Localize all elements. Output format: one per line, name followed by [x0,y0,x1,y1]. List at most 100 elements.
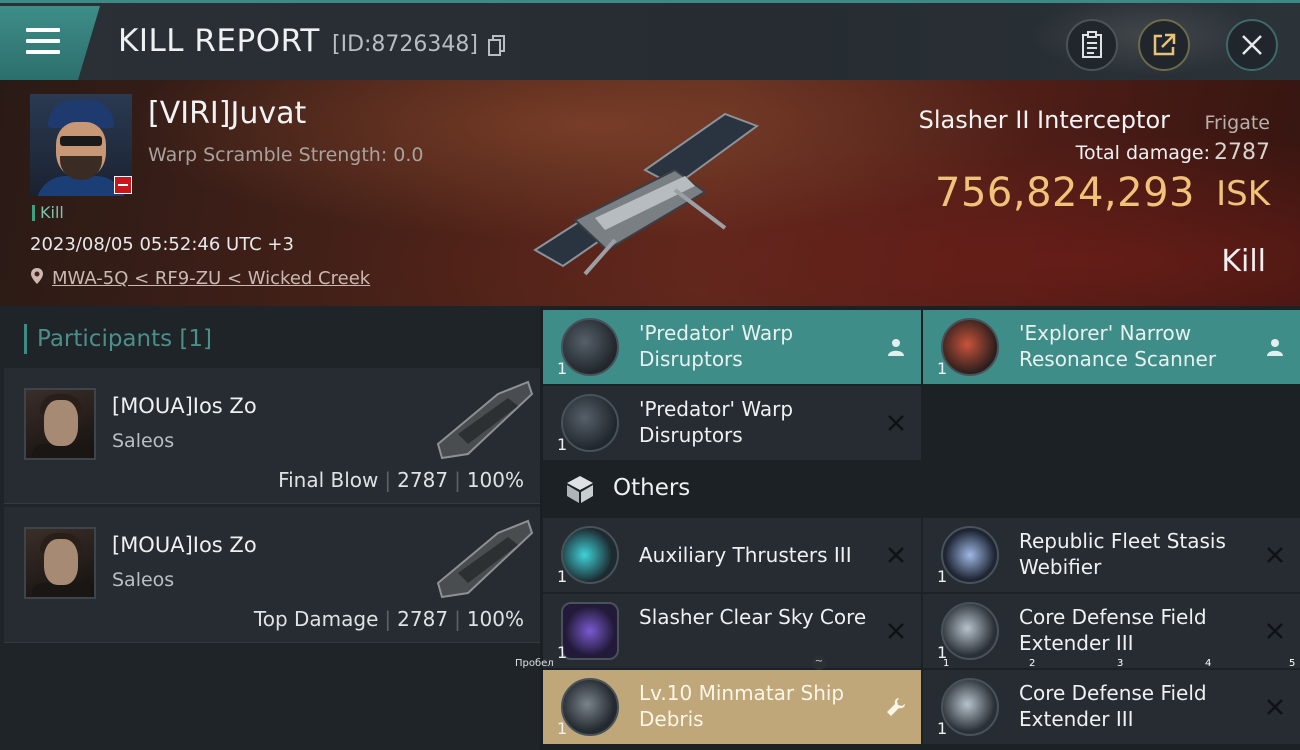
title-bar: KILL REPORT [ID:8726348] [0,0,1300,83]
item-quantity: 1 [557,435,568,454]
participant-stats: Final Blow | 2787 | 100% [272,468,530,492]
destroyed-icon [888,547,904,563]
victim-banner: [VIRI]Juvat Warp Scramble Strength: 0.0 … [0,80,1300,306]
hostile-badge-icon [114,176,132,194]
clipboard-button[interactable] [1066,19,1118,71]
victim-name[interactable]: [VIRI]Juvat [148,96,306,131]
close-button[interactable] [1226,19,1278,71]
clipboard-icon [1082,31,1102,58]
item-row[interactable]: 1 Core Defense Field Extender III [923,670,1300,744]
isk-unit: ISK [1216,174,1270,214]
shield-extender-icon [941,602,999,660]
warp-scramble-strength: Warp Scramble Strength: 0.0 [148,144,424,166]
kill-result: Kill [1221,244,1266,279]
item-name: 'Predator' Warp Disruptors [639,321,794,371]
pilot-icon[interactable] [885,336,907,358]
participants-count: [1] [179,326,213,352]
location-pin-icon [31,268,43,284]
participant-damage: 2787 [397,468,449,492]
warp-disruptor-icon [561,318,619,376]
destroyed-icon [1267,623,1283,639]
item-quantity: 1 [557,567,568,586]
others-section-header: Others [543,462,1300,514]
item-row[interactable]: 1 Slasher Clear Sky Core [543,594,921,668]
item-quantity: 1 [937,567,948,586]
overlay-mark: 3 [1117,658,1124,669]
victim-ship-class: Frigate [1204,112,1270,134]
destroyed-icon [1267,699,1283,715]
participant-stats: Top Damage | 2787 | 100% [248,607,530,631]
total-damage-value: 2787 [1214,140,1270,165]
copy-icon[interactable] [488,35,506,57]
keyboard-hint: Пробел [515,658,554,669]
participants-label: Participants [37,326,173,352]
item-row[interactable]: 1 'Predator' Warp Disruptors [543,310,921,384]
destroyed-icon [1267,547,1283,563]
item-quantity: 1 [937,359,948,378]
keyboard-hint-tilde: ~ [812,656,826,670]
participant-role: Top Damage [253,607,379,631]
item-name: Core Defense Field Extender III [1019,681,1207,731]
participant-ship-image [436,380,534,460]
core-icon [561,602,619,660]
ship-debris-icon [561,678,619,736]
item-row[interactable]: 1 Lv.10 Minmatar Ship Debris [543,670,921,744]
pilot-icon[interactable] [1264,336,1286,358]
participant-percent: 100% [466,468,524,492]
participant-damage: 2787 [397,607,449,631]
participant-name[interactable]: [MOUA]Ios Zo [112,394,257,418]
item-name: 'Explorer' Narrow Resonance Scanner [1019,321,1217,371]
share-icon [1153,33,1176,56]
report-id: [ID:8726348] [332,32,478,57]
participant-card[interactable]: [MOUA]Ios Zo Saleos Top Damage | 2787 | … [4,507,540,643]
menu-button[interactable] [0,6,100,80]
participant-card[interactable]: [MOUA]Ios Zo Saleos Final Blow | 2787 | … [4,368,540,504]
participant-avatar[interactable] [24,527,96,599]
destroyed-icon [888,623,904,639]
victim-ship-name[interactable]: Slasher II Interceptor [919,106,1170,134]
participant-ship: Saleos [112,569,175,591]
overlay-mark: 1 [943,658,950,669]
item-name: Lv.10 Minmatar Ship Debris [639,681,845,731]
close-icon [1242,35,1262,55]
page-title: KILL REPORT [118,23,320,59]
item-row[interactable]: 1 'Explorer' Narrow Resonance Scanner [923,310,1300,384]
item-name: Republic Fleet Stasis Webifier [1019,529,1226,579]
kill-tag: Kill [32,205,64,221]
participant-percent: 100% [466,607,524,631]
thruster-icon [561,526,619,584]
isk-value: 756,824,293 [935,170,1195,216]
share-button[interactable] [1138,19,1190,71]
participant-avatar[interactable] [24,388,96,460]
item-quantity: 1 [557,719,568,738]
others-label: Others [613,475,691,501]
hamburger-icon [26,28,60,56]
item-row[interactable]: 1 'Predator' Warp Disruptors [543,386,921,460]
victim-ship-image [533,112,760,276]
location-link[interactable]: MWA-5Q < RF9-ZU < Wicked Creek [52,268,370,289]
items-panel: 1 'Predator' Warp Disruptors 1 'Explorer… [543,306,1300,750]
item-name: Slasher Clear Sky Core [639,605,867,629]
cube-icon [567,476,593,503]
participant-name[interactable]: [MOUA]Ios Zo [112,533,257,557]
item-name: 'Predator' Warp Disruptors [639,397,794,447]
item-quantity: 1 [937,719,948,738]
item-row[interactable]: 1 Core Defense Field Extender III [923,594,1300,668]
planet-decoration [1010,3,1240,83]
stasis-webifier-icon [941,526,999,584]
item-row[interactable]: 1 Auxiliary Thrusters III [543,518,921,592]
total-damage-label: Total damage: [1075,142,1210,164]
participant-ship: Saleos [112,430,175,452]
participants-header: Participants [1] [24,324,212,354]
item-name: Core Defense Field Extender III [1019,605,1207,655]
participants-panel: Participants [1] [MOUA]Ios Zo Saleos Fin… [0,306,540,750]
scanner-icon [941,318,999,376]
participant-role: Final Blow [278,468,379,492]
wrench-icon[interactable] [885,696,907,718]
item-quantity: 1 [557,643,568,662]
item-row[interactable]: 1 Republic Fleet Stasis Webifier [923,518,1300,592]
participant-ship-image [436,519,534,599]
destroyed-icon [888,415,904,431]
item-name: Auxiliary Thrusters III [639,543,852,567]
overlay-mark: 2 [1029,658,1036,669]
